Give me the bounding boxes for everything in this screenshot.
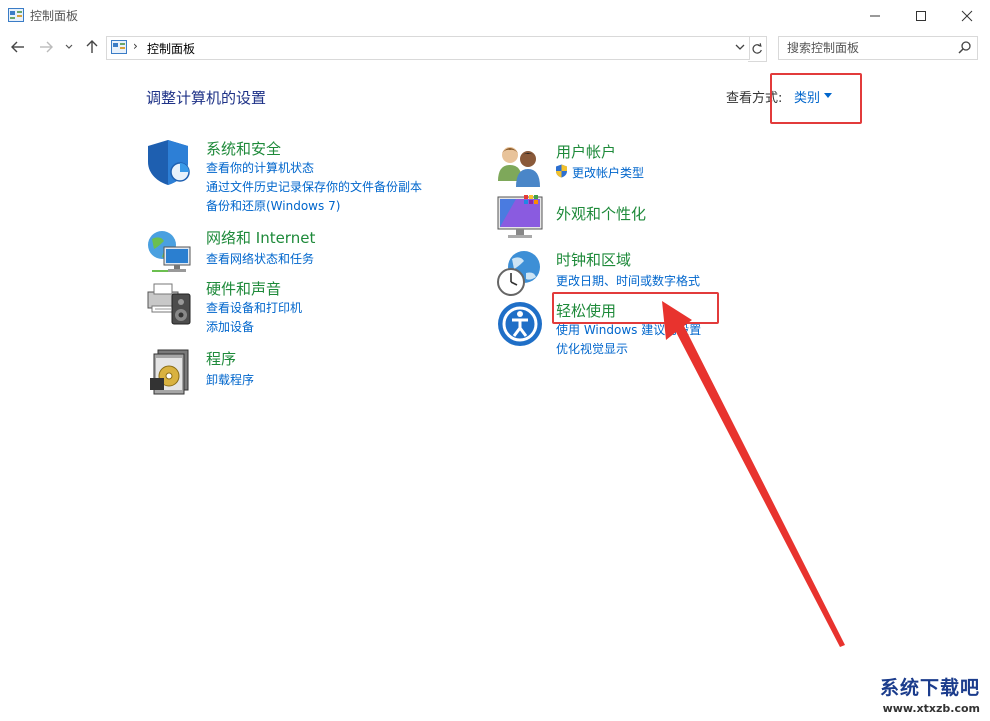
watermark-url: www.xtxzb.com bbox=[882, 702, 980, 715]
site-watermark: 系统下载吧 www.xtxzb.com bbox=[880, 673, 980, 715]
annotation-arrow bbox=[662, 301, 845, 647]
watermark-title: 系统下载吧 bbox=[879, 677, 980, 699]
